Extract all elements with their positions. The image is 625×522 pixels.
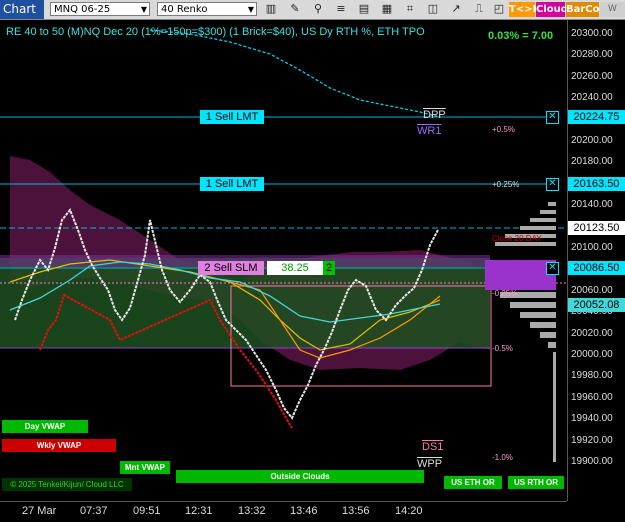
symbol-select[interactable]: MNQ 06-25 ▼ — [50, 2, 150, 16]
vwap-toggle[interactable]: W VVVV — [600, 2, 625, 29]
plus-half-label: +0.5% — [492, 125, 515, 134]
price-tag-vwap: 20052.08 — [568, 298, 625, 312]
chart-toolbar: Chart MNQ 06-25 ▼ 40 Renko ▼ ▥ ✎ ⚲ ≡ ▤ ▦ ⌗… — [0, 0, 625, 29]
dpp-label: DPP — [423, 109, 446, 121]
order-qty[interactable]: 2 — [323, 261, 335, 275]
price-tag-sell-2: 20163.50 — [568, 177, 625, 191]
time-tick-label: 09:51 — [133, 505, 161, 517]
time-tick-label: 13:46 — [290, 505, 318, 517]
pencil-icon[interactable]: ✎ — [288, 2, 302, 16]
price-tag-last: 20123.50 — [568, 221, 625, 235]
us-rth-or-bar: US RTH OR — [508, 476, 564, 489]
tenkan-kijun-toggle[interactable]: T<>K — [509, 2, 540, 17]
sell-order-3[interactable]: 2 Sell SLM — [198, 261, 264, 275]
data-box-icon[interactable]: ◫ — [426, 2, 440, 16]
wpp-label: WPP — [417, 458, 443, 470]
cloud-toggle[interactable]: Cloud — [536, 2, 568, 17]
price-tag-sell-3: 20086.50 — [568, 261, 625, 275]
chart-panel[interactable]: RE 40 to 50 (M)NQ Dec 20 (1%=150p=$300) … — [0, 20, 567, 501]
template-icon[interactable]: ▤ — [357, 2, 371, 16]
price-tick-label: 20140.00 — [571, 199, 613, 211]
wkly-vwap-bar: Wkly VWAP — [2, 439, 116, 452]
copyright-text: © 2025 Tenkei/Kijun/ Cloud LLC — [2, 478, 132, 491]
time-axis[interactable]: 27 Mar 07:37 09:51 12:31 13:32 13:46 13:56 14:2… — [0, 501, 567, 522]
trend-icon[interactable]: ↗ — [449, 2, 463, 16]
time-tick-label: 13:32 — [238, 505, 266, 517]
close-icon[interactable]: ✕ — [546, 111, 559, 124]
time-tick-label: 13:56 — [342, 505, 370, 517]
plus-quarter-label: +0.25% — [492, 180, 520, 189]
close-icon[interactable]: ✕ — [546, 262, 559, 275]
zoom-icon[interactable]: ⚲ — [311, 2, 325, 16]
price-tick-label: 20260.00 — [571, 70, 613, 82]
price-tag-sell-1: 20224.75 — [568, 110, 625, 124]
snapshot-icon[interactable]: ◰ — [492, 2, 506, 16]
barcol-toggle[interactable]: BarCol — [566, 2, 603, 17]
time-tick-label: 07:37 — [80, 505, 108, 517]
chevron-down-icon: ▼ — [140, 5, 147, 14]
minus-quarter-label: -0.25% — [492, 289, 518, 298]
outside-clouds-bar: Outside Clouds — [176, 470, 424, 483]
daily-change: 0.03% = 7.00 — [488, 30, 554, 42]
price-tick-label: 20060.00 — [571, 284, 613, 296]
minus-one-label: -1.0% — [492, 453, 513, 462]
sell-order-1[interactable]: 1 Sell LMT — [200, 110, 264, 124]
time-tick-label: 12:31 — [185, 505, 213, 517]
price-tick-label: 20300.00 — [571, 28, 613, 39]
price-tick-label: 19940.00 — [571, 413, 613, 425]
chevron-down-icon: ▼ — [247, 5, 254, 14]
time-tick-label: 27 Mar — [22, 505, 57, 517]
price-tick-label: 19920.00 — [571, 434, 613, 446]
chart-trader-icon[interactable]: ⎍ — [472, 2, 486, 16]
close-icon[interactable]: ✕ — [546, 178, 559, 191]
price-tick-label: 20100.00 — [571, 242, 613, 253]
vwap-dashed-line — [149, 29, 441, 118]
price-tick-label: 20280.00 — [571, 49, 613, 61]
indicator-icon[interactable]: ⌗ — [403, 2, 417, 16]
bar-type-select[interactable]: 40 Renko ▼ — [157, 2, 257, 16]
price-tick-label: 20020.00 — [571, 327, 613, 339]
chart-title: Chart — [0, 0, 44, 19]
minus-half-label: -0.5% — [492, 344, 513, 353]
properties-icon[interactable]: ≡ — [334, 2, 348, 16]
mnt-vwap-bar: Mnt VWAP — [120, 461, 170, 474]
price-tick-label: 19960.00 — [571, 391, 613, 403]
order-price: 38.25 — [267, 261, 323, 275]
symbol-value: MNQ 06-25 — [54, 4, 111, 15]
price-tick-label: 19900.00 — [571, 456, 613, 467]
price-tick-label: 19980.00 — [571, 370, 613, 382]
strategy-icon[interactable]: ▦ — [380, 2, 394, 16]
chart-header: RE 40 to 50 (M)NQ Dec 20 (1%=150p=$300) … — [6, 26, 425, 38]
us-eth-or-bar: US ETH OR — [444, 476, 502, 489]
price-tick-label: 20180.00 — [571, 156, 613, 168]
ds1-label: DS1 — [422, 441, 444, 453]
bars-icon[interactable]: ▥ — [264, 2, 278, 16]
price-tick-label: 20240.00 — [571, 92, 613, 104]
bar-type-value: 40 Renko — [161, 4, 208, 15]
price-tick-label: 20000.00 — [571, 349, 613, 360]
price-tick-label: 20200.00 — [571, 135, 613, 146]
day-vwap-bar: Day VWAP — [2, 420, 88, 433]
sell-order-2[interactable]: 1 Sell LMT — [200, 177, 264, 191]
time-tick-label: 14:20 — [395, 505, 423, 517]
close-20day-label: Close 20 DAY — [492, 234, 542, 243]
wr1-label: WR1 — [417, 125, 442, 137]
